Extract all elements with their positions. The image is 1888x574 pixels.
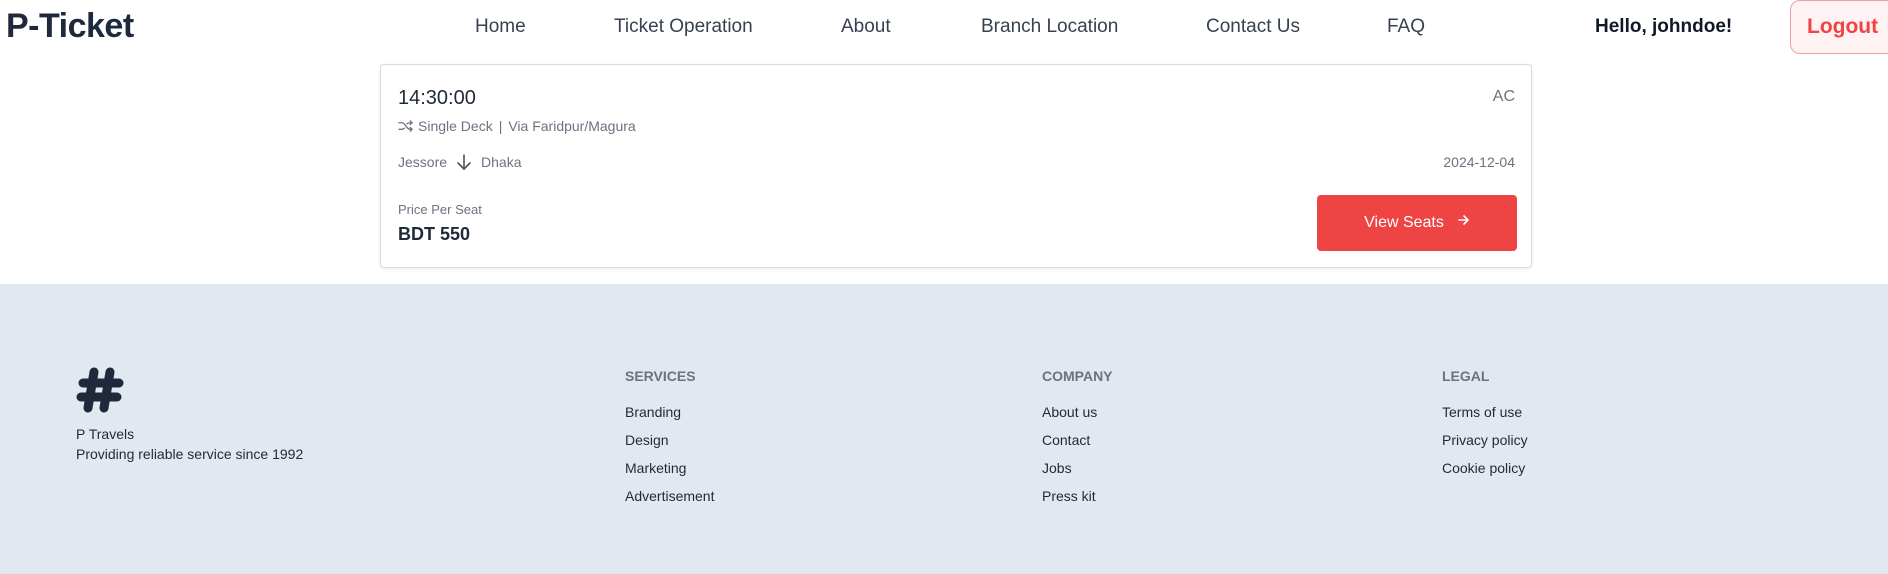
details-separator: | bbox=[498, 118, 503, 134]
footer-link-branding[interactable]: Branding bbox=[625, 403, 681, 421]
footer-link-terms-of-use[interactable]: Terms of use bbox=[1442, 403, 1522, 421]
price-label: Price Per Seat bbox=[398, 202, 482, 217]
arrow-down-icon bbox=[457, 154, 471, 170]
site-footer: P Travels Providing reliable service sin… bbox=[0, 284, 1888, 574]
site-logo[interactable]: P-Ticket bbox=[6, 4, 134, 48]
footer-link-contact[interactable]: Contact bbox=[1042, 431, 1090, 449]
footer-link-press-kit[interactable]: Press kit bbox=[1042, 487, 1096, 505]
nav-faq[interactable]: FAQ bbox=[1387, 14, 1425, 40]
bus-class: AC bbox=[1492, 88, 1515, 105]
user-greeting: Hello, johndoe! bbox=[1595, 16, 1733, 37]
site-header: P-Ticket Home Ticket Operation About Bra… bbox=[0, 0, 1888, 54]
nav-ticket-operation[interactable]: Ticket Operation bbox=[614, 14, 753, 40]
view-seats-button[interactable]: View Seats bbox=[1317, 195, 1517, 251]
nav-branch-location[interactable]: Branch Location bbox=[981, 14, 1118, 40]
deck-type: Single Deck bbox=[418, 118, 493, 134]
footer-legal-title: Legal bbox=[1442, 368, 1490, 384]
route-from: Jessore bbox=[398, 154, 448, 170]
footer-services-title: Services bbox=[625, 368, 696, 384]
route-to: Dhaka bbox=[481, 154, 522, 170]
footer-link-privacy-policy[interactable]: Privacy policy bbox=[1442, 431, 1528, 449]
route: Jessore Dhaka bbox=[398, 153, 522, 171]
nav-home[interactable]: Home bbox=[475, 14, 526, 40]
bus-details: Single Deck | Via Faridpur/Magura bbox=[398, 117, 636, 135]
brand-name: P Travels bbox=[76, 426, 135, 442]
nav-about[interactable]: About bbox=[841, 14, 891, 40]
footer-company-title: Company bbox=[1042, 368, 1113, 384]
view-seats-label: View Seats bbox=[1364, 214, 1444, 231]
price-value: BDT 550 bbox=[398, 224, 471, 244]
footer-link-marketing[interactable]: Marketing bbox=[625, 459, 686, 477]
footer-link-cookie-policy[interactable]: Cookie policy bbox=[1442, 459, 1525, 477]
footer-link-advertisement[interactable]: Advertisement bbox=[625, 487, 714, 505]
departure-time: 14:30:00 bbox=[398, 87, 476, 109]
hashtag-icon bbox=[76, 367, 124, 413]
logout-button[interactable]: Logout bbox=[1790, 0, 1888, 54]
ticket-card: 14:30:00 AC Single Deck | Via Faridpur/M… bbox=[380, 64, 1532, 268]
shuffle-icon bbox=[398, 120, 413, 132]
nav-contact-us[interactable]: Contact Us bbox=[1206, 14, 1300, 40]
travel-date: 2024-12-04 bbox=[1443, 154, 1515, 170]
footer-link-jobs[interactable]: Jobs bbox=[1042, 459, 1072, 477]
brand-tagline: Providing reliable service since 1992 bbox=[76, 446, 304, 462]
arrow-right-icon bbox=[1458, 215, 1469, 225]
via-route: Via Faridpur/Magura bbox=[508, 118, 636, 134]
footer-link-design[interactable]: Design bbox=[625, 431, 669, 449]
footer-link-about-us[interactable]: About us bbox=[1042, 403, 1097, 421]
